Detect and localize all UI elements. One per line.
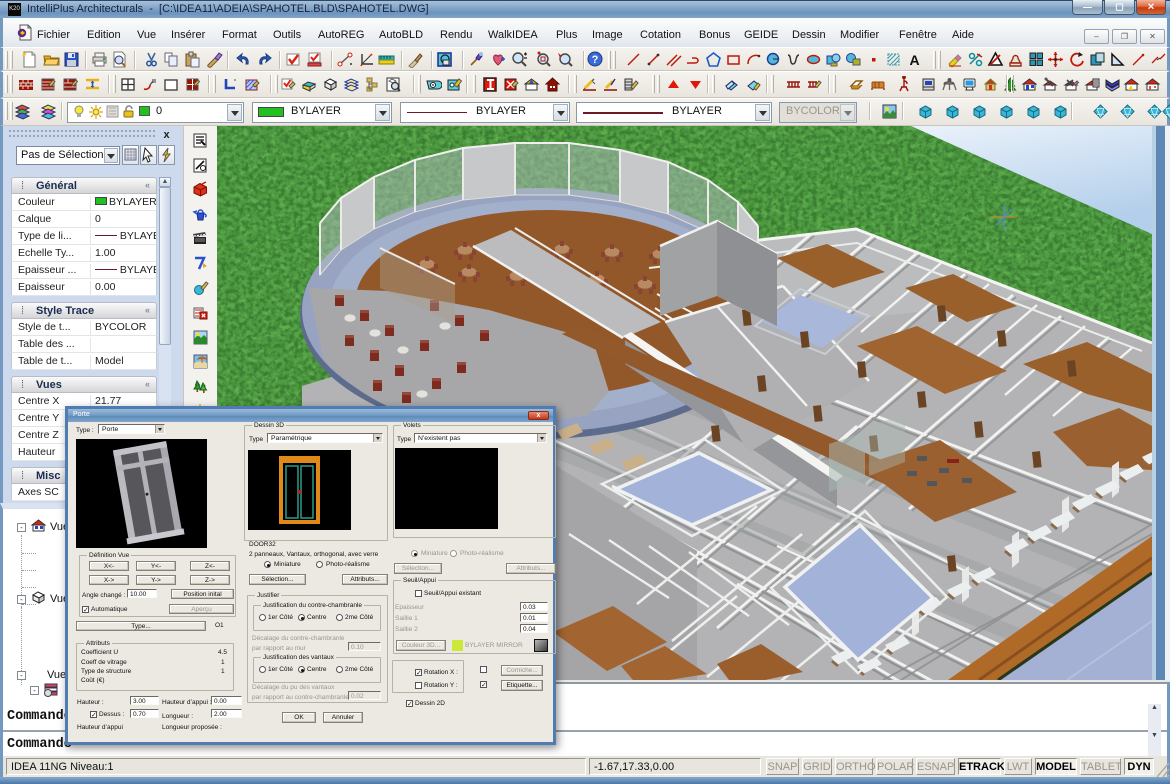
svg-text:?: ?	[592, 54, 599, 66]
svg-text:A: A	[909, 52, 919, 68]
